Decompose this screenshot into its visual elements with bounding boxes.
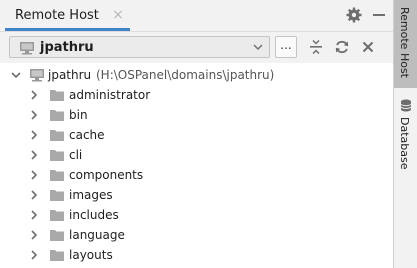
tab-title: Remote Host (15, 8, 99, 23)
tree-item[interactable]: bin (0, 105, 393, 125)
server-icon (30, 69, 44, 82)
server-select-value: jpathru (40, 40, 94, 55)
browse-button[interactable]: ... (275, 36, 297, 58)
chevron-right-icon[interactable] (29, 130, 39, 140)
tree-item[interactable]: includes (0, 205, 393, 225)
folder-icon (50, 90, 64, 101)
toolbar: jpathru ... (0, 31, 393, 64)
chevron-right-icon[interactable] (29, 250, 39, 260)
root-path: (H:\OSPanel\domains\jpathru) (96, 68, 275, 82)
gear-icon[interactable] (345, 6, 363, 24)
chevron-right-icon[interactable] (29, 210, 39, 220)
folder-icon (50, 210, 64, 221)
collapse-all-icon[interactable] (308, 39, 324, 55)
sidebar-item-label: Remote Host (398, 7, 411, 78)
file-tree: jpathru (H:\OSPanel\domains\jpathru) adm… (0, 63, 393, 268)
server-icon (20, 42, 34, 55)
folder-icon (50, 130, 64, 141)
folder-icon (50, 110, 64, 121)
tree-item-label: cache (69, 128, 105, 142)
right-tool-window-strip: Remote Host Database (393, 0, 417, 268)
tree-item[interactable]: administrator (0, 85, 393, 105)
chevron-right-icon[interactable] (29, 110, 39, 120)
tree-item-label: administrator (69, 88, 151, 102)
server-select[interactable]: jpathru (9, 36, 270, 58)
sidebar-item-label: Database (398, 117, 411, 170)
chevron-down-icon[interactable] (11, 70, 21, 80)
tree-item-label: components (69, 168, 144, 182)
root-name: jpathru (48, 68, 92, 82)
chevron-right-icon[interactable] (29, 90, 39, 100)
sidebar-item-database[interactable]: Database (394, 96, 417, 170)
folder-icon (50, 190, 64, 201)
tab-remote-host[interactable]: Remote Host × (5, 0, 130, 31)
tree-item-label: bin (69, 108, 88, 122)
chevron-right-icon[interactable] (29, 190, 39, 200)
tree-item[interactable]: layouts (0, 245, 393, 265)
folder-icon (50, 230, 64, 241)
panel-title-bar: Remote Host × (0, 0, 393, 31)
tree-item[interactable]: components (0, 165, 393, 185)
tree-item-label: layouts (69, 248, 113, 262)
tree-item[interactable]: cache (0, 125, 393, 145)
folder-icon (50, 170, 64, 181)
remote-host-panel: Remote Host × jpathru ... jpathru (H:\OS… (0, 0, 393, 268)
tree-root[interactable]: jpathru (H:\OSPanel\domains\jpathru) (0, 65, 393, 85)
sidebar-item-remote-host[interactable]: Remote Host (394, 0, 417, 88)
tree-item[interactable]: cli (0, 145, 393, 165)
tree-item-label: includes (69, 208, 119, 222)
chevron-right-icon[interactable] (29, 150, 39, 160)
tree-item[interactable]: images (0, 185, 393, 205)
folder-icon (50, 250, 64, 261)
folder-icon (50, 150, 64, 161)
tree-item-label: cli (69, 148, 83, 162)
refresh-icon[interactable] (334, 39, 350, 55)
tree-item[interactable]: language (0, 225, 393, 245)
close-icon[interactable] (360, 39, 376, 55)
chevron-right-icon[interactable] (29, 230, 39, 240)
chevron-right-icon[interactable] (29, 170, 39, 180)
minimize-icon[interactable] (370, 6, 388, 24)
tree-item-label: language (69, 228, 125, 242)
chevron-down-icon (253, 44, 263, 50)
tab-close-icon[interactable]: × (109, 6, 127, 24)
tree-item-label: images (69, 188, 113, 202)
